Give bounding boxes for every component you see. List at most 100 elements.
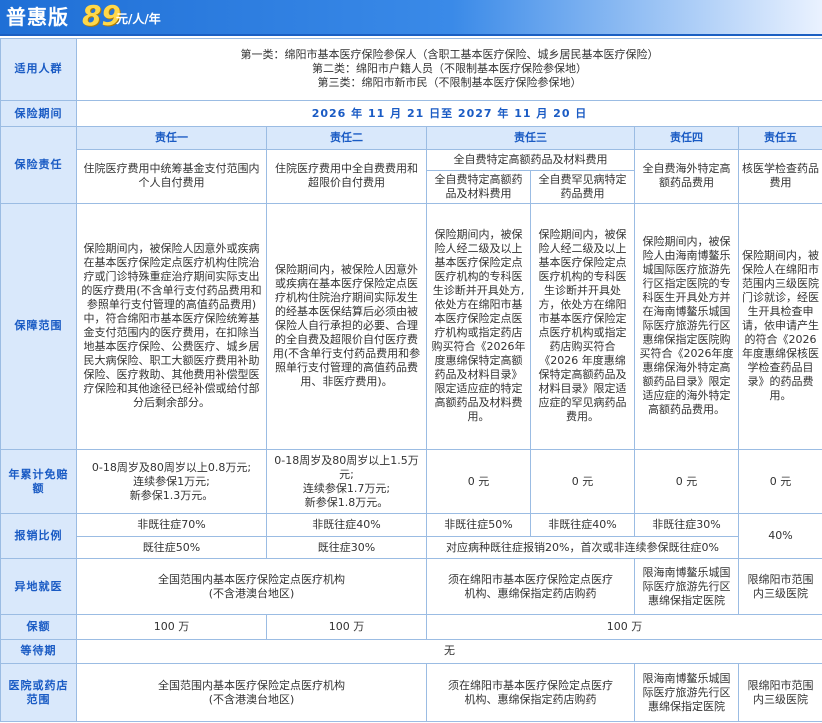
row-offsite: 异地就医 全国范围内基本医疗保险定点医疗机构 (不含港澳台地区) 须在绵阳市基本…	[0, 558, 822, 615]
amount-3-5: 100 万	[425, 613, 822, 640]
group-1: 第一类：绵阳市基本医疗保险参保人（含职工基本医疗保险、城乡居民基本医疗保险）	[240, 48, 659, 62]
scope-4: 保险期间内，被保险人由海南博鳌乐城国际医疗旅游先行区指定医院的专科医生开具处方并…	[634, 202, 739, 451]
label-responsibility: 保险责任	[0, 126, 77, 204]
offsite-4-line: 际医疗旅游先行区	[642, 579, 731, 593]
header-resp-5: 责任五	[737, 126, 822, 151]
ratio-5: 40%	[737, 513, 822, 560]
offsite-5-line: 内三级医院	[753, 586, 809, 600]
deductible-4: 0 元	[634, 449, 739, 515]
amount-1: 100 万	[76, 613, 267, 640]
offsite-1-2-line: (不含港澳台地区)	[208, 586, 295, 600]
offsite-4-line: 惠绵保指定医院	[648, 593, 725, 607]
policy-page: 普惠版 89 元/人/年 适用人群 第一类：绵阳市基本医疗保险参保人（含职工基本…	[0, 0, 822, 723]
scope-5: 保险期间内，被保险人在绵阳市范围内三级医院门诊就诊，经医生开具检查申请，依申请产…	[737, 202, 822, 451]
resp-2-desc: 住院医疗费用中全自费费用和超限价自付费用	[266, 149, 427, 204]
offsite-5: 限绵阳市范围 内三级医院	[737, 558, 822, 615]
offsite-1-2: 全国范围内基本医疗保险定点医疗机构 (不含港澳台地区)	[76, 558, 427, 615]
label-applicable: 适用人群	[0, 38, 77, 101]
deductible-1-line: 新参保1.3万元。	[129, 488, 214, 502]
deductible-5: 0 元	[737, 449, 822, 515]
offsite-3-line: 须在绵阳市基本医疗保险定点医疗	[448, 572, 613, 586]
offsite-1-2-line: 全国范围内基本医疗保险定点医疗机构	[158, 572, 345, 586]
hospitals-4-line: 惠绵保指定医院	[648, 699, 725, 713]
scope-1: 保险期间内，被保险人因意外或疾病在基本医疗保险定点医疗机构住院治疗或门诊特殊重症…	[76, 202, 267, 451]
row-period: 保险期间 2026 年 11 月 21 日至 2027 年 11 月 20 日	[0, 99, 822, 128]
label-scope: 保障范围	[0, 202, 77, 451]
ratio-1-pre: 既往症50%	[76, 535, 267, 560]
resp-1-desc: 住院医疗费用中统筹基金支付范围内个人自付费用	[76, 149, 267, 204]
deductible-1-line: 连续参保1万元;	[133, 474, 210, 488]
label-period: 保险期间	[0, 99, 77, 128]
offsite-4-line: 限海南博鳌乐城国	[642, 565, 731, 579]
row-deductible: 年累计免赔额 0-18周岁及80周岁以上0.8万元; 连续参保1万元; 新参保1…	[0, 449, 822, 515]
hospitals-4-line: 际医疗旅游先行区	[642, 685, 731, 699]
scope-3b: 保险期间内，被保险人经二级及以上基本医疗保险定点医疗机构的专科医生诊断并开具处方…	[530, 202, 635, 451]
row-scope: 保障范围 保险期间内，被保险人因意外或疾病在基本医疗保险定点医疗机构住院治疗或门…	[0, 202, 822, 451]
offsite-3: 须在绵阳市基本医疗保险定点医疗 机构、惠绵保指定药店购药	[426, 558, 635, 615]
amount-2: 100 万	[266, 613, 427, 640]
group-3: 第三类：绵阳市新市民（不限制基本医疗保险参保地）	[317, 76, 582, 90]
header-resp-1: 责任一	[76, 126, 267, 151]
hospitals-3: 须在绵阳市基本医疗保险定点医疗 机构、惠绵保指定药店购药	[426, 663, 635, 722]
label-deductible: 年累计免赔额	[0, 449, 77, 515]
hospitals-4-line: 限海南博鳌乐城国	[642, 671, 731, 685]
hospitals-3-line: 机构、惠绵保指定药店购药	[464, 692, 597, 706]
hospitals-5-line: 内三级医院	[753, 692, 809, 706]
ratio-2-pre: 既往症30%	[266, 535, 427, 560]
header-resp-4: 责任四	[634, 126, 739, 151]
offsite-5-line: 限绵阳市范围	[747, 572, 814, 586]
group-2: 第二类：绵阳市户籍人员（不限制基本医疗保险参保地）	[312, 62, 588, 76]
hospitals-1-2-line: (不含港澳台地区)	[208, 692, 295, 706]
label-waiting: 等待期	[0, 638, 77, 665]
label-hospitals: 医院或药店范围	[0, 663, 77, 722]
ratio-2-non-pre: 非既往症40%	[266, 513, 427, 537]
deductible-2: 0-18周岁及80周岁以上1.5万元; 连续参保1.7万元; 新参保1.8万元。	[266, 449, 427, 515]
deductible-1: 0-18周岁及80周岁以上0.8万元; 连续参保1万元; 新参保1.3万元。	[76, 449, 267, 515]
deductible-2-line: 新参保1.8万元。	[304, 495, 389, 509]
ratio-3b-non-pre: 非既往症40%	[530, 513, 635, 537]
ratio-3-4-pre: 对应病种既往症报销20%，首次或非连续参保既往症0%	[426, 535, 739, 560]
deductible-1-line: 0-18周岁及80周岁以上0.8万元;	[91, 460, 252, 474]
hospitals-5: 限绵阳市范围 内三级医院	[737, 663, 822, 722]
resp-3b-desc: 全自费罕见病特定药品费用	[530, 169, 635, 204]
deductible-3a: 0 元	[426, 449, 531, 515]
deductible-3b: 0 元	[530, 449, 635, 515]
resp-3-desc: 全自费特定高额药品及材料费用	[426, 149, 635, 171]
resp-4-desc: 全自费海外特定高额药品费用	[634, 149, 739, 204]
row-waiting: 等待期 无	[0, 638, 822, 665]
header-resp-2: 责任二	[266, 126, 427, 151]
row-hospitals: 医院或药店范围 全国范围内基本医疗保险定点医疗机构 (不含港澳台地区) 须在绵阳…	[0, 663, 822, 722]
row-ratio-b: 既往症50% 既往症30% 对应病种既往症报销20%，首次或非连续参保既往症0%	[1, 535, 822, 560]
hospitals-5-line: 限绵阳市范围	[747, 678, 814, 692]
row-resp-header: 保险责任 责任一 责任二 责任三 责任四 责任五	[0, 126, 822, 204]
hospitals-1-2: 全国范围内基本医疗保险定点医疗机构 (不含港澳台地区)	[76, 663, 427, 722]
row-applicable: 适用人群 第一类：绵阳市基本医疗保险参保人（含职工基本医疗保险、城乡居民基本医疗…	[0, 38, 822, 101]
applicable-groups: 第一类：绵阳市基本医疗保险参保人（含职工基本医疗保险、城乡居民基本医疗保险） 第…	[75, 38, 822, 101]
plan-price-unit: 元/人/年	[116, 12, 161, 26]
label-ratio: 报销比例	[0, 513, 77, 560]
scope-2: 保险期间内，被保险人因意外或疾病在基本医疗保险定点医疗机构住院治疗期间实际发生的…	[266, 202, 427, 451]
period-value: 2026 年 11 月 21 日至 2027 年 11 月 20 日	[75, 99, 822, 128]
scope-3a: 保险期间内，被保险人经二级及以上基本医疗保险定点医疗机构的专科医生诊断并开具处方…	[426, 202, 531, 451]
ratio-3a-non-pre: 非既往症50%	[426, 513, 531, 537]
offsite-4: 限海南博鳌乐城国 际医疗旅游先行区 惠绵保指定医院	[634, 558, 739, 615]
coverage-table: 适用人群 第一类：绵阳市基本医疗保险参保人（含职工基本医疗保险、城乡居民基本医疗…	[0, 38, 822, 722]
label-offsite: 异地就医	[0, 558, 77, 615]
resp-5-desc: 核医学检查药品费用	[737, 149, 822, 204]
resp-3a-desc: 全自费特定高额药品及材料费用	[426, 169, 531, 204]
header-resp-3: 责任三	[426, 126, 635, 151]
deductible-2-line: 连续参保1.7万元;	[302, 481, 391, 495]
deductible-2-line: 0-18周岁及80周岁以上1.5万元;	[274, 453, 419, 481]
plan-title: 普惠版	[6, 5, 69, 29]
hospitals-4: 限海南博鳌乐城国 际医疗旅游先行区 惠绵保指定医院	[634, 663, 739, 722]
ratio-1-non-pre: 非既往症70%	[76, 513, 267, 537]
offsite-3-line: 机构、惠绵保指定药店购药	[464, 586, 597, 600]
ratio-4-non-pre: 非既往症30%	[634, 513, 739, 537]
hospitals-3-line: 须在绵阳市基本医疗保险定点医疗	[448, 678, 613, 692]
row-resp-desc: 住院医疗费用中统筹基金支付范围内个人自付费用 住院医疗费用中全自费费用和超限价自…	[1, 149, 822, 204]
label-amount: 保额	[0, 613, 77, 640]
hospitals-1-2-line: 全国范围内基本医疗保险定点医疗机构	[158, 678, 345, 692]
row-amount: 保额 100 万 100 万 100 万	[0, 613, 822, 640]
row-ratio-a: 报销比例 非既往症70% 非既往症40% 非既往症50% 非既往症40% 非既往…	[0, 513, 822, 560]
waiting-value: 无	[75, 638, 822, 665]
